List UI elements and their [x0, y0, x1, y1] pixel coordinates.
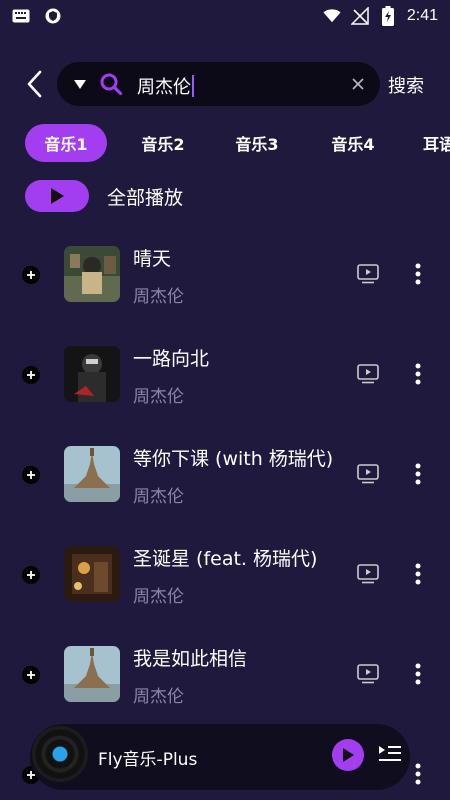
mv-video-icon[interactable]	[357, 664, 379, 684]
no-signal-icon	[350, 7, 369, 25]
tab-music-3[interactable]: 音乐3	[216, 124, 298, 162]
song-artist: 周杰伦	[133, 287, 184, 307]
song-title: 晴天	[133, 248, 172, 270]
more-options-icon[interactable]	[410, 562, 426, 586]
status-bar: 2:41	[0, 0, 450, 32]
search-icon	[100, 73, 123, 96]
add-to-playlist-icon[interactable]	[22, 566, 40, 584]
song-row[interactable]: 等你下课 (with 杨瑞代) 周杰伦	[0, 424, 450, 524]
tab-music-1[interactable]: 音乐1	[25, 124, 107, 162]
clear-icon[interactable]	[350, 76, 366, 92]
song-artist: 周杰伦	[133, 587, 184, 607]
song-artist: 周杰伦	[133, 387, 184, 407]
play-all-button[interactable]	[25, 180, 89, 212]
song-title: 我是如此相信	[133, 648, 248, 670]
mini-player[interactable]: Fly音乐-Plus	[30, 724, 410, 790]
mv-video-icon[interactable]	[357, 364, 379, 384]
album-cover	[64, 446, 120, 502]
song-artist: 周杰伦	[133, 487, 184, 507]
play-icon	[343, 748, 354, 762]
wifi-icon	[323, 7, 341, 25]
player-title: Fly音乐-Plus	[98, 750, 198, 770]
mv-video-icon[interactable]	[357, 264, 379, 284]
back-icon	[27, 70, 42, 98]
play-icon	[51, 188, 64, 204]
tab-music-2[interactable]: 音乐2	[122, 124, 204, 162]
song-title: 等你下课 (with 杨瑞代)	[133, 448, 334, 470]
more-options-icon[interactable]	[410, 662, 426, 686]
keyboard-icon	[12, 7, 30, 25]
shield-icon	[44, 7, 62, 25]
play-all-label: 全部播放	[107, 186, 184, 209]
playlist-icon[interactable]	[378, 744, 402, 766]
category-tabs: 音乐1 音乐2 音乐3 音乐4 耳语	[0, 124, 450, 162]
search-header: 周杰伦 搜索	[0, 62, 450, 106]
back-button[interactable]	[18, 66, 50, 102]
song-row[interactable]: 我是如此相信 周杰伦	[0, 624, 450, 724]
song-title: 圣诞星 (feat. 杨瑞代)	[133, 548, 318, 570]
play-all-row[interactable]: 全部播放	[25, 180, 425, 212]
search-box[interactable]: 周杰伦	[57, 62, 380, 106]
more-options-icon[interactable]	[410, 762, 426, 786]
add-to-playlist-icon[interactable]	[22, 266, 40, 284]
tab-music-4[interactable]: 音乐4	[312, 124, 394, 162]
song-artist: 周杰伦	[133, 687, 184, 707]
dropdown-icon[interactable]	[73, 77, 87, 91]
text-caret	[192, 75, 194, 97]
album-cover	[64, 246, 120, 302]
search-input-value: 周杰伦	[137, 77, 191, 98]
tab-whisper[interactable]: 耳语	[423, 124, 450, 162]
vinyl-disc-icon[interactable]	[32, 726, 88, 782]
album-cover	[64, 546, 120, 602]
mv-video-icon[interactable]	[357, 464, 379, 484]
album-cover	[64, 346, 120, 402]
search-input[interactable]: 周杰伦	[137, 73, 194, 99]
song-row[interactable]: 晴天 周杰伦	[0, 224, 450, 324]
mv-video-icon[interactable]	[357, 564, 379, 584]
player-play-button[interactable]	[332, 739, 364, 771]
more-options-icon[interactable]	[410, 462, 426, 486]
battery-charging-icon	[379, 6, 397, 26]
add-to-playlist-icon[interactable]	[22, 366, 40, 384]
song-row[interactable]: 一路向北 周杰伦	[0, 324, 450, 424]
song-row[interactable]: 圣诞星 (feat. 杨瑞代) 周杰伦	[0, 524, 450, 624]
album-cover	[64, 646, 120, 702]
add-to-playlist-icon[interactable]	[22, 466, 40, 484]
more-options-icon[interactable]	[410, 262, 426, 286]
more-options-icon[interactable]	[410, 362, 426, 386]
add-to-playlist-icon[interactable]	[22, 666, 40, 684]
search-button[interactable]: 搜索	[388, 72, 424, 98]
song-title: 一路向北	[133, 348, 210, 370]
status-time: 2:41	[406, 7, 438, 24]
